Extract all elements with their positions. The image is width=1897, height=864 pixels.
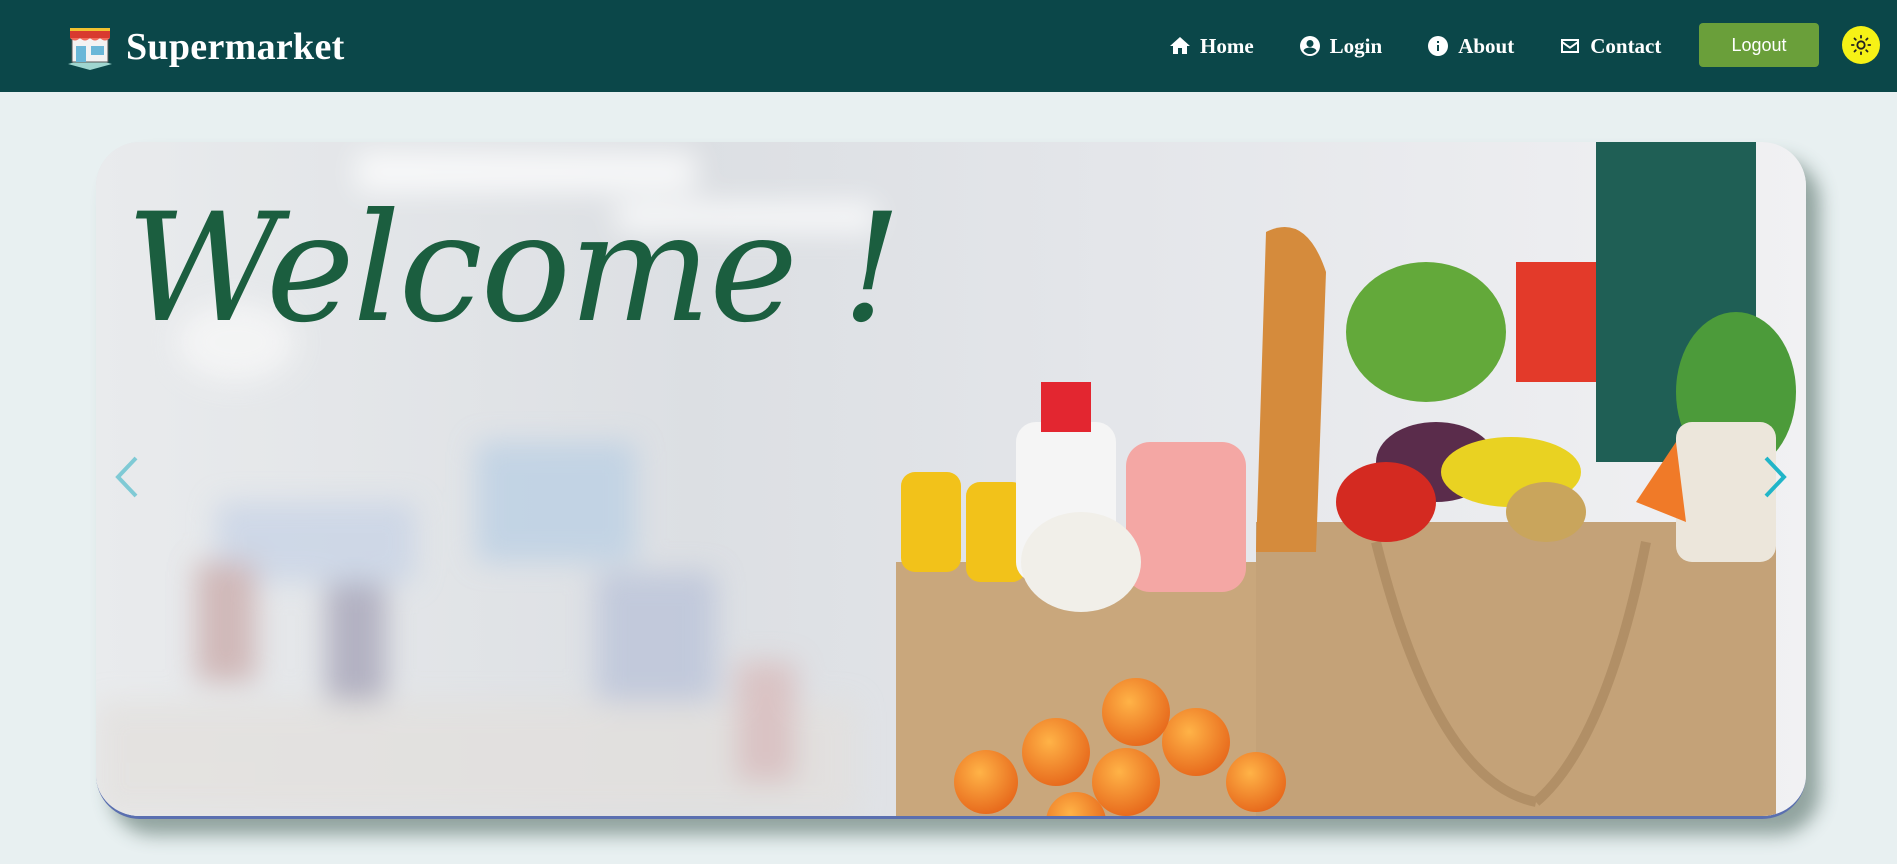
brand[interactable]: Supermarket — [64, 22, 345, 72]
home-icon — [1170, 37, 1190, 54]
nav-about[interactable]: About — [1426, 34, 1514, 59]
brand-name: Supermarket — [126, 26, 345, 68]
nav-about-label: About — [1458, 33, 1515, 58]
chevron-right-icon — [1764, 456, 1787, 498]
nav-home-label: Home — [1200, 33, 1254, 58]
nav-login-label: Login — [1329, 33, 1383, 58]
nav-login[interactable]: Login — [1298, 33, 1383, 59]
carousel-prev-button[interactable] — [102, 442, 152, 512]
carousel-next-button[interactable] — [1750, 442, 1800, 512]
info-icon — [1428, 36, 1449, 56]
logout-button[interactable]: Logout — [1699, 23, 1819, 67]
nav-contact[interactable]: Contact — [1558, 34, 1661, 59]
user-circle-icon — [1299, 36, 1320, 56]
hero-carousel: Welcome ! — [96, 142, 1806, 819]
navbar: Supermarket Home Login About Contact Log… — [0, 0, 1897, 92]
nav-contact-label: Contact — [1590, 33, 1662, 58]
nav-links: Home Login About Contact — [1168, 30, 1705, 62]
mail-icon — [1561, 39, 1580, 53]
welcome-heading: Welcome ! — [126, 182, 902, 356]
storefront-icon — [68, 28, 112, 70]
nav-home[interactable]: Home — [1168, 34, 1254, 59]
theme-toggle-button[interactable] — [1842, 26, 1880, 64]
chevron-left-icon — [115, 456, 138, 498]
sun-icon — [1850, 34, 1872, 56]
